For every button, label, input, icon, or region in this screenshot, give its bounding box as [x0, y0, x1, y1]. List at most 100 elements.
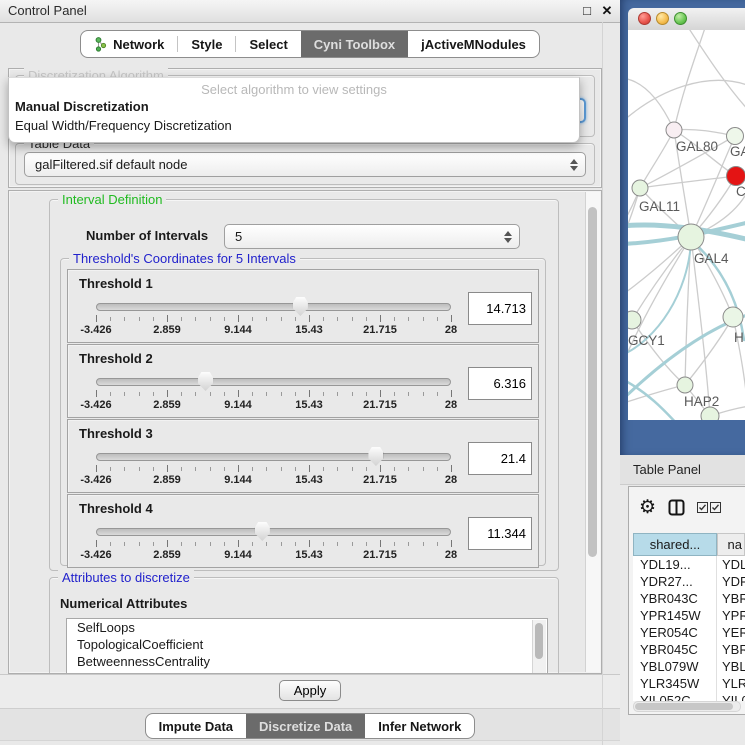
zoom-traffic-light[interactable] — [674, 12, 687, 25]
table-row[interactable]: YER054CYER0 — [633, 624, 745, 641]
slider-thumb[interactable] — [255, 522, 270, 541]
tab-network[interactable]: Network — [81, 31, 177, 57]
table-row[interactable]: YDL19...YDL1 — [633, 556, 745, 573]
table-panel-title: Table Panel — [633, 455, 701, 484]
threshold-1-panel: Threshold 1 -3.426 2.859 9.144 15.43 21.… — [67, 269, 539, 343]
top-tabset: Network Style Select Cyni Toolbox jActiv… — [80, 30, 540, 58]
apply-strip: Apply — [0, 674, 620, 708]
table-row[interactable]: YPR145WYPR1 — [633, 607, 745, 624]
node-label-c: C — [736, 184, 745, 199]
numerical-attributes-list: SelfLoops TopologicalCoefficient Between… — [66, 618, 548, 674]
numerical-attributes-label: Numerical Attributes — [60, 596, 187, 611]
settings-scrollbar-thumb[interactable] — [588, 207, 597, 557]
node-label-gal4: GAL4 — [694, 251, 729, 266]
attributes-group-label: Attributes to discretize — [58, 570, 194, 585]
node-label-h: H — [734, 330, 744, 345]
node-h[interactable] — [723, 307, 743, 327]
threshold-4-value-field[interactable] — [468, 517, 532, 550]
node-gal11[interactable] — [632, 180, 648, 196]
threshold-3-panel: Threshold 3 -3.426 2.859 9.144 15.43 21.… — [67, 419, 539, 493]
node-red-selected[interactable] — [727, 167, 745, 186]
tab-cyni-toolbox[interactable]: Cyni Toolbox — [301, 31, 408, 57]
number-of-intervals-label: Number of Intervals — [86, 228, 208, 243]
slider-track[interactable] — [96, 303, 451, 311]
slider-ticks — [96, 540, 451, 548]
number-of-intervals-value: 5 — [235, 229, 497, 244]
threshold-3-value-field[interactable] — [468, 442, 532, 475]
thresholds-group: Threshold's Coordinates for 5 Intervals … — [60, 258, 546, 566]
table-row[interactable]: YLR345WYLR3 — [633, 675, 745, 692]
threshold-2-label: Threshold 2 — [79, 351, 153, 366]
list-scrollbar-thumb[interactable] — [535, 623, 543, 659]
table-horizontal-scrollbar[interactable] — [633, 701, 741, 712]
slider-thumb[interactable] — [198, 372, 213, 391]
table-panel-body: ⚙ shared... na YDL19...YDL1 YDR27...YDR2… — [628, 486, 745, 715]
close-icon[interactable]: ✕ — [598, 0, 616, 22]
list-scrollbar[interactable] — [532, 620, 546, 674]
threshold-3-slider[interactable]: -3.426 2.859 9.144 15.43 21.715 28 — [96, 453, 451, 489]
column-header-shared-name[interactable]: shared... — [633, 533, 717, 556]
node-gal80[interactable] — [666, 122, 682, 138]
node-label-gcy1: GCY1 — [628, 333, 665, 348]
threshold-2-slider[interactable]: -3.426 2.859 9.144 15.43 21.715 28 — [96, 378, 451, 414]
interval-definition-label: Interval Definition — [58, 192, 166, 207]
bottom-tabset: Impute Data Discretize Data Infer Networ… — [145, 713, 476, 739]
gear-icon[interactable]: ⚙ — [639, 498, 656, 517]
popup-option-manual-discretization[interactable]: Manual Discretization — [9, 97, 579, 116]
threshold-1-slider[interactable]: -3.426 2.859 9.144 15.43 21.715 28 — [96, 303, 451, 339]
threshold-1-value-field[interactable] — [468, 292, 532, 325]
slider-track[interactable] — [96, 453, 451, 461]
column-header-name[interactable]: na — [717, 533, 745, 556]
threshold-3-label: Threshold 3 — [79, 426, 153, 441]
number-of-intervals-combobox[interactable]: 5 — [224, 224, 520, 249]
tab-jactivemnodules[interactable]: jActiveMNodules — [408, 31, 539, 57]
split-columns-icon[interactable] — [668, 499, 685, 516]
control-panel-tabbar: Network Style Select Cyni Toolbox jActiv… — [0, 30, 620, 58]
minimize-traffic-light[interactable] — [656, 12, 669, 25]
screen: Control Panel □ ✕ Network Style — [0, 0, 745, 745]
float-window-icon[interactable]: □ — [578, 0, 596, 22]
table-header-row: shared... na — [633, 533, 745, 556]
table-row[interactable]: YBL079WYBL0 — [633, 658, 745, 675]
slider-thumb[interactable] — [368, 447, 383, 466]
table-data-value: galFiltered.sif default node — [35, 157, 563, 172]
node-table: shared... na YDL19...YDL1 YDR27...YDR2 Y… — [633, 533, 745, 701]
slider-ticks — [96, 390, 451, 398]
list-item[interactable]: TopologicalCoefficient — [67, 636, 547, 653]
slider-track[interactable] — [96, 378, 451, 386]
threshold-4-slider[interactable]: -3.426 2.859 9.144 15.43 21.715 28 — [96, 528, 451, 564]
table-row[interactable]: YBR045CYBR0 — [633, 641, 745, 658]
slider-thumb[interactable] — [293, 297, 308, 316]
settings-scrollbar[interactable] — [585, 192, 600, 672]
popup-hint: Select algorithm to view settings — [9, 78, 579, 97]
table-data-group: Table Data galFiltered.sif default node — [15, 143, 595, 185]
table-row[interactable]: YIL052CYIL0 — [633, 692, 745, 701]
table-data-combobox[interactable]: galFiltered.sif default node — [24, 152, 586, 177]
list-item[interactable]: BetweennessCentrality — [67, 653, 547, 670]
tab-discretize-data[interactable]: Discretize Data — [246, 714, 365, 738]
popup-option-equal-width[interactable]: Equal Width/Frequency Discretization — [9, 116, 579, 135]
table-row[interactable]: YDR27...YDR2 — [633, 573, 745, 590]
tab-infer-network[interactable]: Infer Network — [365, 714, 474, 738]
tab-impute-data[interactable]: Impute Data — [146, 714, 246, 738]
node-top-right[interactable] — [727, 128, 744, 145]
threshold-2-value-field[interactable] — [468, 367, 532, 400]
checkbox-icons[interactable] — [697, 502, 721, 513]
control-panel-titlebar: Control Panel □ ✕ — [0, 0, 620, 23]
panel-divider — [602, 22, 603, 745]
apply-button[interactable]: Apply — [279, 680, 342, 701]
table-horizontal-scrollbar-thumb[interactable] — [635, 703, 733, 710]
table-row[interactable]: YBR043CYBR0 — [633, 590, 745, 607]
list-item[interactable]: SelfLoops — [67, 619, 547, 636]
network-view-canvas[interactable]: GAL80 GA GAL11 GAL4 C GCY1 H HAP2 — [628, 30, 745, 420]
node-gal4[interactable] — [678, 224, 704, 250]
tab-style[interactable]: Style — [178, 31, 235, 57]
node-hap2[interactable] — [677, 377, 693, 393]
close-traffic-light[interactable] — [638, 12, 651, 25]
slider-track[interactable] — [96, 528, 451, 536]
table-panel-header: Table Panel — [620, 455, 745, 485]
tab-select[interactable]: Select — [236, 31, 300, 57]
node-gcy1[interactable] — [628, 311, 641, 329]
node-label-gal80: GAL80 — [676, 139, 718, 154]
node-label-ga: GA — [730, 144, 745, 159]
